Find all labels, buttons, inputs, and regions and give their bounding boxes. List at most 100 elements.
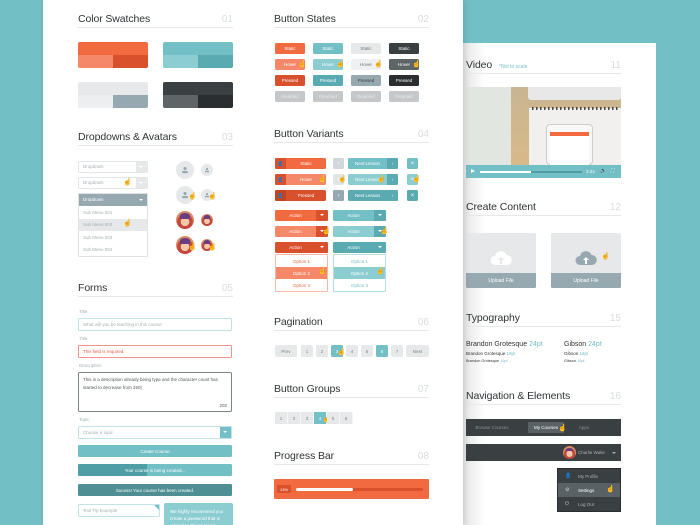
pagination-page[interactable]: 4 [346, 345, 358, 357]
orange-pressed-button[interactable]: Pressed [275, 75, 305, 86]
dropdown-menu-item[interactable]: Sub Menu 001 [79, 206, 147, 219]
dropdown-static[interactable]: Dropdown [78, 161, 148, 173]
nav-item-browse-courses[interactable]: Browse Courses [472, 422, 512, 433]
chevron-left-icon[interactable]: ‹ [333, 190, 344, 201]
user-name[interactable]: Charlie Waite [578, 450, 605, 455]
tooltip-example-input[interactable]: Tool Tip Example [78, 504, 160, 517]
avatar-photo-small[interactable] [201, 214, 213, 226]
user-menu-item-settings[interactable]: ⚙ Settings ☝ [558, 483, 620, 497]
section-title: Navigation & Elements [466, 390, 571, 402]
upload-file-tile-hover[interactable]: ☝ Upload File [551, 233, 621, 288]
action-menu-item[interactable]: Option 3 [276, 279, 327, 291]
icon-button-static[interactable]: 👤 Static [275, 158, 326, 169]
pagination-page[interactable]: 2 [316, 345, 328, 357]
button-group-item[interactable]: 5 [327, 412, 340, 424]
progress-fill [296, 488, 354, 491]
chevron-left-icon[interactable]: ‹ [333, 158, 344, 169]
pagination-next[interactable]: Next [406, 345, 429, 357]
upload-file-tile[interactable]: Upload File [466, 233, 536, 288]
button-group-item[interactable]: 3 [301, 412, 314, 424]
pagination-prev[interactable]: Prev [275, 345, 297, 357]
button-label: Action [289, 245, 302, 250]
button-label: Action [347, 213, 360, 218]
dropdown-hover[interactable]: Dropdown [78, 177, 148, 189]
chevron-down-icon[interactable] [612, 451, 616, 454]
button-group-item[interactable]: 6 [340, 412, 353, 424]
section-header-navigation: Navigation & Elements 16 [466, 389, 621, 405]
grey-pressed-button[interactable]: Pressed [351, 75, 381, 86]
video-seek-bar[interactable] [480, 170, 582, 173]
section-header-button-variants: Button Variants 04 [274, 127, 429, 143]
next-lesson-button-pressed[interactable]: Next Lesson › [348, 190, 398, 201]
grey-disabled-button: Disabled [351, 91, 381, 102]
progress-track [296, 488, 423, 491]
dropdown-menu-item-selected[interactable]: Sub Menu 002 [79, 218, 147, 231]
hand-cursor-icon: ☝ [377, 176, 386, 183]
create-course-button[interactable]: Create Course [78, 445, 232, 457]
teal-pressed-button[interactable]: Pressed [313, 75, 343, 86]
video-frame-spiral [532, 107, 620, 110]
pagination-page[interactable]: 5 [361, 345, 373, 357]
dropdown-menu-item[interactable]: Sub Menu 003 [79, 231, 147, 244]
close-icon[interactable]: × [407, 190, 418, 201]
fullscreen-icon[interactable]: ⛶ [611, 168, 615, 174]
action-dropdown-orange-hover[interactable]: Action [275, 226, 328, 237]
avatar-placeholder-small[interactable] [201, 164, 213, 176]
grey-static-button[interactable]: Static [351, 43, 381, 54]
dropdown-menu-item[interactable]: Sub Menu 004 [79, 244, 147, 257]
action-dropdown-teal-open[interactable]: Action [333, 242, 386, 253]
pagination-page-active[interactable]: 6 [376, 345, 388, 357]
user-menu-item-log-out[interactable]: ⏻ Log Out [558, 497, 620, 511]
section-title: Dropdowns & Avatars [78, 131, 177, 143]
teal-disabled-button: Disabled [313, 91, 343, 102]
status-text: Your course is being created... [124, 467, 186, 473]
hand-cursor-icon: ☝ [376, 268, 385, 275]
status-text: Sucess! Your course has been created. [115, 487, 195, 493]
icon-button-pressed[interactable]: 👤 Pressed [275, 190, 326, 201]
dropdown-open[interactable]: Dropdown Sub Menu 001 Sub Menu 002 Sub M… [78, 193, 148, 257]
title-input[interactable]: What will you be teaching in this course [78, 318, 232, 331]
pagination-page[interactable]: 1 [301, 345, 313, 357]
next-lesson-button-static[interactable]: Next Lesson › [348, 158, 398, 169]
section-title: Button States [274, 13, 336, 25]
charcoal-pressed-button[interactable]: Pressed [389, 75, 419, 86]
action-menu-item[interactable]: Option 1 [276, 255, 327, 267]
pagination-page[interactable]: 7 [391, 345, 403, 357]
hand-cursor-icon: ☝ [337, 349, 346, 356]
nav-item-apps[interactable]: Apps [572, 422, 596, 433]
button-group-item[interactable]: 2 [288, 412, 301, 424]
description-textarea[interactable]: This is a description already being type… [78, 372, 232, 412]
action-dropdown-orange-static[interactable]: Action [275, 210, 328, 221]
hand-cursor-icon: ☝ [208, 244, 217, 251]
action-dropdown-orange-open[interactable]: Action [275, 242, 328, 253]
video-player[interactable]: 3:24 🔈 ⛶ [466, 87, 621, 178]
charcoal-static-button[interactable]: Static [389, 43, 419, 54]
close-icon[interactable]: × [407, 158, 418, 169]
hand-cursor-icon: ☝ [318, 176, 327, 183]
button-group-item[interactable]: 1 [275, 412, 288, 424]
chevron-down-icon [316, 210, 328, 221]
teal-static-button[interactable]: Static [313, 43, 343, 54]
volume-icon[interactable]: 🔈 [600, 168, 606, 174]
typography-sample-24: Brandon Grotesque 24pt [466, 341, 543, 348]
course-success-status: Sucess! Your course has been created. [78, 484, 232, 496]
user-avatar[interactable] [563, 446, 576, 459]
action-menu-item[interactable]: Option 1 [334, 255, 385, 267]
action-dropdown-teal-static[interactable]: Action [333, 210, 386, 221]
orange-static-button[interactable]: Static [275, 43, 305, 54]
avatar-photo-large[interactable] [176, 211, 194, 229]
hand-cursor-icon: ☝ [298, 61, 307, 68]
style-guide-page-right: Video *Not to scale 11 3:24 🔈 ⛶ Create C… [463, 43, 656, 525]
topic-select[interactable]: Choose a topic [78, 426, 232, 439]
avatar-placeholder-large[interactable] [176, 161, 194, 179]
action-menu-item[interactable]: Option 3 [334, 279, 385, 291]
video-time: 3:24 [586, 168, 595, 174]
menu-label: Log Out [578, 501, 595, 507]
next-lesson-button-hover[interactable]: Next Lesson › [348, 174, 398, 185]
user-menu-item-my-profile[interactable]: 👤 My Profile [558, 469, 620, 483]
action-dropdown-teal-hover[interactable]: Action [333, 226, 386, 237]
user-icon [182, 167, 188, 174]
title-input-error[interactable]: This field is required. [78, 345, 232, 358]
dropdown-open-header[interactable]: Dropdown [79, 194, 147, 206]
play-icon[interactable] [471, 169, 475, 173]
